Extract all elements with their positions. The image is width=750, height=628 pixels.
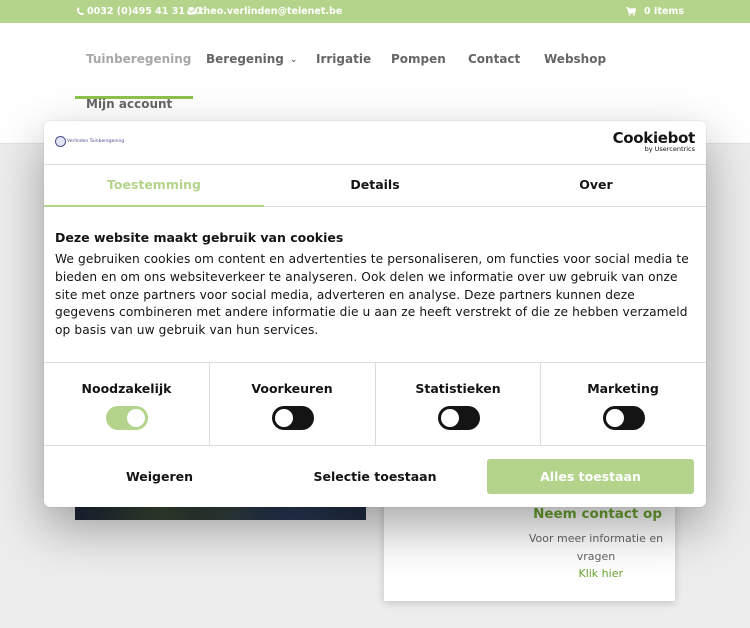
top-bar: 0032 (0)495 41 31 20 theo.verlinden@tele… — [0, 0, 750, 23]
cookiebot-brand: Cookiebot — [612, 129, 696, 147]
nav-beregening-label: Beregening — [206, 52, 284, 66]
toggle-knob — [127, 409, 145, 427]
nav-beregening[interactable]: Beregening ⌄ — [206, 52, 297, 66]
toggle-knob — [275, 409, 293, 427]
phone-icon — [76, 7, 84, 16]
toggle-preferences[interactable] — [272, 406, 314, 430]
nav-tuinberegening[interactable]: Tuinberegening — [86, 52, 191, 66]
cart-count: 0 Items — [644, 6, 684, 17]
tab-consent[interactable]: Toestemming — [44, 165, 264, 207]
nav-pompen[interactable]: Pompen — [391, 52, 446, 66]
cart-icon — [626, 7, 636, 16]
nav-webshop[interactable]: Webshop — [544, 52, 606, 66]
tab-about[interactable]: Over — [486, 165, 706, 207]
nav-mijn-account[interactable]: Mijn account — [86, 97, 172, 111]
contact-card-text: Voor meer informatie en vragen — [528, 532, 664, 563]
toggle-label-preferences: Voorkeuren — [251, 381, 333, 396]
toggle-label-statistics: Statistieken — [415, 381, 501, 396]
envelope-icon — [187, 8, 196, 15]
consent-title: Deze website maakt gebruik van cookies — [55, 230, 344, 245]
tab-details[interactable]: Details — [265, 165, 485, 207]
consent-tabs: Toestemming Details Over — [44, 165, 706, 207]
allow-all-button[interactable]: Alles toestaan — [487, 459, 694, 494]
cookiebot-logo[interactable]: Cookiebot by Usercentrics — [612, 129, 696, 153]
toggle-knob — [441, 409, 459, 427]
deny-button[interactable]: Weigeren — [56, 459, 263, 494]
nav-irrigatie[interactable]: Irrigatie — [316, 52, 371, 66]
contact-card-title: Neem contact op — [533, 506, 662, 522]
toggle-necessary[interactable] — [106, 406, 148, 430]
toggle-marketing[interactable] — [603, 406, 645, 430]
email-link[interactable]: theo.verlinden@telenet.be — [187, 6, 342, 17]
toggle-group-necessary: Noodzakelijk — [44, 363, 209, 446]
toggle-knob — [606, 409, 624, 427]
site-logo-text: Verlinden Tuinberegening — [67, 139, 125, 144]
site-logo: Verlinden Tuinberegening — [55, 136, 124, 147]
toggle-label-marketing: Marketing — [587, 381, 659, 396]
nav-contact[interactable]: Contact — [468, 52, 520, 66]
dialog-header: Verlinden Tuinberegening Cookiebot by Us… — [44, 121, 706, 165]
chevron-down-icon: ⌄ — [289, 55, 298, 65]
allow-selection-button[interactable]: Selectie toestaan — [272, 459, 478, 494]
consent-toggles: Noodzakelijk Voorkeuren Statistieken Mar… — [44, 362, 706, 446]
cookiebot-brand-sub: by Usercentrics — [644, 145, 695, 153]
contact-card-link[interactable]: Klik hier — [578, 567, 623, 580]
toggle-group-statistics: Statistieken — [375, 363, 540, 446]
phone-number: 0032 (0)495 41 31 20 — [87, 6, 202, 17]
toggle-group-preferences: Voorkeuren — [209, 363, 374, 446]
consent-description: We gebruiken cookies om content en adver… — [55, 252, 689, 338]
cart-link[interactable]: 0 Items — [626, 6, 684, 17]
logo-mark-icon — [55, 136, 66, 147]
cookie-consent-dialog: Verlinden Tuinberegening Cookiebot by Us… — [44, 121, 706, 507]
phone-link[interactable]: 0032 (0)495 41 31 20 — [76, 6, 201, 17]
toggle-label-necessary: Noodzakelijk — [81, 381, 172, 396]
email-address: theo.verlinden@telenet.be — [199, 6, 343, 17]
toggle-statistics[interactable] — [438, 406, 480, 430]
toggle-group-marketing: Marketing — [540, 363, 705, 446]
